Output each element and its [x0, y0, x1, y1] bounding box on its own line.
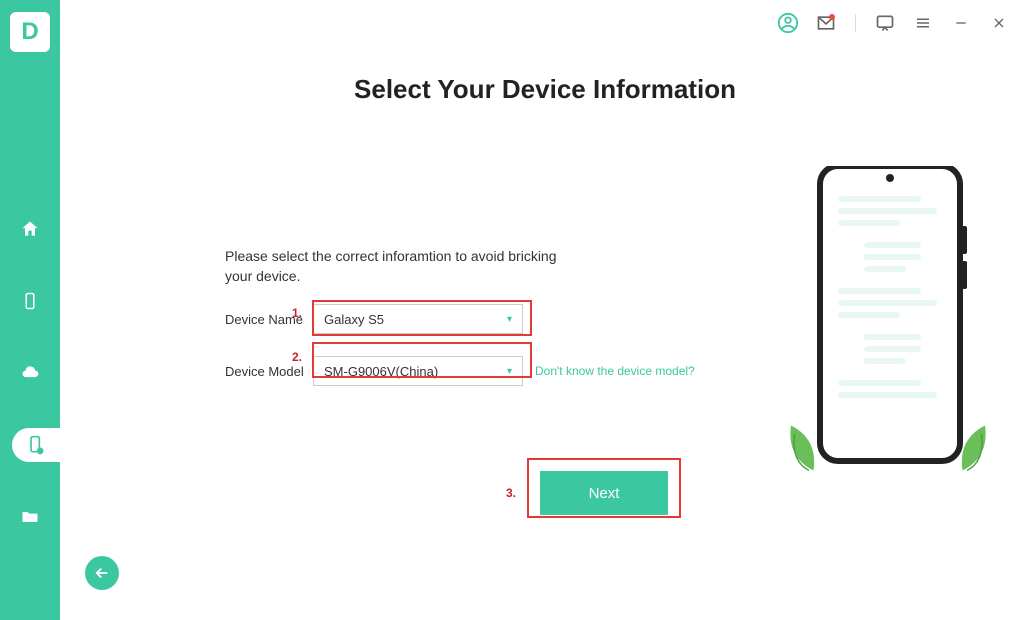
account-icon[interactable]: [777, 12, 799, 34]
menu-icon[interactable]: [912, 12, 934, 34]
sidebar-item-device-alert[interactable]: !: [12, 428, 60, 462]
mail-icon[interactable]: [815, 12, 837, 34]
help-link-device-model[interactable]: Don't know the device model?: [535, 364, 695, 378]
back-button[interactable]: [85, 556, 119, 590]
device-model-label: Device Model: [225, 364, 313, 379]
phone-illustration: [810, 166, 970, 486]
sidebar-item-cloud[interactable]: [0, 356, 60, 390]
separator: [855, 14, 856, 32]
leaf-left-icon: [782, 420, 818, 476]
page-title: Select Your Device Information: [60, 74, 1030, 105]
notification-dot: [829, 14, 835, 20]
sidebar-item-device[interactable]: [0, 284, 60, 318]
feedback-icon[interactable]: [874, 12, 896, 34]
next-button[interactable]: Next: [540, 471, 668, 515]
home-icon: [20, 219, 40, 239]
chevron-down-icon: ▾: [507, 314, 512, 325]
annotation-1: 1.: [292, 306, 302, 320]
arrow-left-icon: [93, 564, 111, 582]
minimize-button[interactable]: [950, 12, 972, 34]
device-name-select[interactable]: Galaxy S5 ▾: [313, 304, 523, 334]
sidebar-item-folder[interactable]: [0, 500, 60, 534]
main-content: Select Your Device Information Please se…: [60, 46, 1030, 620]
device-model-select[interactable]: SM-G9006V(China) ▾: [313, 356, 523, 386]
sidebar-item-home[interactable]: [0, 212, 60, 246]
device-name-value: Galaxy S5: [324, 312, 384, 327]
phone-alert-icon: !: [26, 435, 46, 455]
close-button[interactable]: [988, 12, 1010, 34]
cloud-icon: [20, 363, 40, 383]
sidebar: D !: [0, 0, 60, 620]
instruction-text: Please select the correct inforamtion to…: [225, 246, 585, 287]
annotation-3: 3.: [506, 486, 516, 500]
folder-icon: [20, 507, 40, 527]
device-model-value: SM-G9006V(China): [324, 364, 438, 379]
app-logo: D: [10, 12, 50, 52]
leaf-right-icon: [958, 420, 994, 476]
phone-icon: [21, 292, 39, 310]
sidebar-nav: !: [0, 212, 60, 534]
chevron-down-icon: ▾: [507, 366, 512, 377]
titlebar: [777, 0, 1030, 46]
annotation-2: 2.: [292, 350, 302, 364]
svg-text:!: !: [39, 449, 40, 455]
